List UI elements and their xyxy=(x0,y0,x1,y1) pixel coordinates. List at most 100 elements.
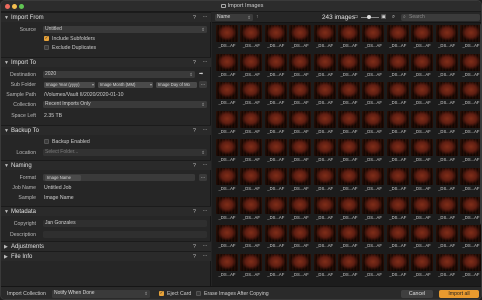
image-thumbnail[interactable]: _DS...AF xyxy=(215,196,239,223)
image-thumbnail[interactable]: _DS...AF xyxy=(313,25,337,51)
image-thumbnail[interactable]: _DS...AF xyxy=(337,139,361,165)
more-icon[interactable]: ··· xyxy=(203,59,208,65)
subfolder-token-month[interactable]: Image Month (MM) ▾ xyxy=(98,82,153,88)
source-select[interactable]: Untitled ⇕ xyxy=(43,26,207,33)
image-thumbnail[interactable]: _DS...AF xyxy=(239,110,263,137)
image-thumbnail[interactable]: _DS...AF xyxy=(239,82,263,108)
image-thumbnail[interactable]: _DS...AF xyxy=(386,168,410,194)
image-thumbnail[interactable]: _DS...AF xyxy=(459,53,481,80)
subfolder-more-button[interactable]: … xyxy=(199,81,207,88)
image-thumbnail[interactable]: _DS...AF xyxy=(313,196,337,223)
image-thumbnail[interactable]: _DS...AF xyxy=(361,110,385,137)
image-thumbnail[interactable]: _DS...AF xyxy=(361,82,385,108)
image-thumbnail[interactable]: _DS...AF xyxy=(361,225,385,251)
image-thumbnail[interactable]: _DS...AF xyxy=(215,53,239,80)
backup-enabled-checkbox[interactable] xyxy=(44,139,49,144)
more-icon[interactable]: ··· xyxy=(203,208,208,214)
image-thumbnail[interactable]: _DS...AF xyxy=(264,139,288,165)
image-thumbnail[interactable]: _DS...AF xyxy=(264,110,288,137)
image-thumbnail[interactable]: _DS...AF xyxy=(459,225,481,251)
image-thumbnail[interactable]: _DS...AF xyxy=(361,53,385,80)
zoom-slider-knob[interactable] xyxy=(367,15,371,19)
image-thumbnail[interactable]: _DS...AF xyxy=(410,82,434,108)
exclude-duplicates-checkbox[interactable] xyxy=(44,45,49,50)
help-icon[interactable]: ? xyxy=(193,15,196,21)
image-thumbnail[interactable]: _DS...AF xyxy=(313,53,337,80)
image-thumbnail[interactable]: _DS...AF xyxy=(313,82,337,108)
help-icon[interactable]: ? xyxy=(193,209,196,215)
description-input[interactable] xyxy=(43,231,207,238)
image-thumbnail[interactable]: _DS...AF xyxy=(410,225,434,251)
section-metadata[interactable]: ▼ Metadata ? ··· xyxy=(1,206,211,216)
image-thumbnail[interactable]: _DS...AF xyxy=(410,53,434,80)
image-thumbnail[interactable]: _DS...AF xyxy=(239,53,263,80)
help-icon[interactable]: ? xyxy=(193,128,196,134)
image-thumbnail[interactable]: _DS...AF xyxy=(288,253,312,280)
more-icon[interactable]: ··· xyxy=(203,243,208,249)
cancel-button[interactable]: Cancel xyxy=(401,290,433,298)
image-thumbnail[interactable]: _DS...AF xyxy=(215,139,239,165)
destination-select[interactable]: 2020 ⇕ xyxy=(43,71,195,78)
image-thumbnail[interactable]: _DS...AF xyxy=(288,225,312,251)
section-naming[interactable]: ▼ Naming ? ··· xyxy=(1,160,211,170)
format-field[interactable]: Image Name xyxy=(43,174,195,181)
image-thumbnail[interactable]: _DS...AF xyxy=(313,253,337,280)
image-thumbnail[interactable]: _DS...AF xyxy=(215,82,239,108)
image-thumbnail[interactable]: _DS...AF xyxy=(386,139,410,165)
image-thumbnail[interactable]: _DS...AF xyxy=(264,53,288,80)
image-thumbnail[interactable]: _DS...AF xyxy=(288,25,312,51)
image-thumbnail[interactable]: _DS...AF xyxy=(410,168,434,194)
job-name-value[interactable]: Untitled Job xyxy=(44,185,71,191)
image-thumbnail[interactable]: _DS...AF xyxy=(288,196,312,223)
image-thumbnail[interactable]: _DS...AF xyxy=(410,196,434,223)
image-thumbnail[interactable]: _DS...AF xyxy=(239,168,263,194)
image-thumbnail[interactable]: _DS...AF xyxy=(435,253,459,280)
image-thumbnail[interactable]: _DS...AF xyxy=(435,82,459,108)
image-thumbnail[interactable]: _DS...AF xyxy=(264,25,288,51)
image-thumbnail[interactable]: _DS...AF xyxy=(288,139,312,165)
image-thumbnail[interactable]: _DS...AF xyxy=(361,139,385,165)
image-thumbnail[interactable]: _DS...AF xyxy=(410,25,434,51)
search-input[interactable]: ⌕ Search xyxy=(401,13,480,21)
image-thumbnail[interactable]: _DS...AF xyxy=(313,168,337,194)
help-icon[interactable]: ? xyxy=(193,60,196,66)
image-thumbnail[interactable]: _DS...AF xyxy=(288,82,312,108)
format-more-button[interactable]: … xyxy=(199,174,207,181)
more-icon[interactable]: ··· xyxy=(203,162,208,168)
image-thumbnail[interactable]: _DS...AF xyxy=(239,139,263,165)
image-thumbnail[interactable]: _DS...AF xyxy=(386,25,410,51)
subfolder-token-day[interactable]: Image Day of Mo xyxy=(156,82,197,88)
image-thumbnail[interactable]: _DS...AF xyxy=(410,139,434,165)
image-thumbnail[interactable]: _DS...AF xyxy=(264,168,288,194)
image-thumbnail[interactable]: _DS...AF xyxy=(215,25,239,51)
image-thumbnail[interactable]: _DS...AF xyxy=(288,168,312,194)
zoom-out-icon[interactable]: ▭ xyxy=(353,14,358,20)
image-thumbnail[interactable]: _DS...AF xyxy=(435,168,459,194)
image-thumbnail[interactable]: _DS...AF xyxy=(435,25,459,51)
help-icon[interactable]: ? xyxy=(193,254,196,260)
image-thumbnail[interactable]: _DS...AF xyxy=(264,253,288,280)
section-adjustments[interactable]: ▶ Adjustments ? ··· xyxy=(1,241,211,251)
image-thumbnail[interactable]: _DS...AF xyxy=(435,139,459,165)
section-import-to[interactable]: ▼ Import To ? ··· xyxy=(1,57,211,67)
image-thumbnail[interactable]: _DS...AF xyxy=(337,168,361,194)
image-thumbnail[interactable]: _DS...AF xyxy=(337,82,361,108)
more-icon[interactable]: ··· xyxy=(203,127,208,133)
image-thumbnail[interactable]: _DS...AF xyxy=(337,225,361,251)
image-thumbnail[interactable]: _DS...AF xyxy=(386,110,410,137)
format-token[interactable]: Image Name xyxy=(45,174,81,181)
section-file-info[interactable]: ▶ File Info ? ··· xyxy=(1,251,211,261)
image-thumbnail[interactable]: _DS...AF xyxy=(288,110,312,137)
image-thumbnail[interactable]: _DS...AF xyxy=(459,196,481,223)
image-thumbnail[interactable]: _DS...AF xyxy=(459,253,481,280)
image-thumbnail[interactable]: _DS...AF xyxy=(410,253,434,280)
image-thumbnail[interactable]: _DS...AF xyxy=(459,139,481,165)
image-thumbnail[interactable]: _DS...AF xyxy=(337,196,361,223)
image-thumbnail[interactable]: _DS...AF xyxy=(215,110,239,137)
help-icon[interactable]: ? xyxy=(193,244,196,250)
image-thumbnail[interactable]: _DS...AF xyxy=(386,53,410,80)
image-thumbnail[interactable]: _DS...AF xyxy=(313,225,337,251)
go-to-destination-icon[interactable]: ➡ xyxy=(199,71,203,77)
image-thumbnail[interactable]: _DS...AF xyxy=(337,25,361,51)
subfolder-token-year[interactable]: Image Year (yyyy) ▾ xyxy=(44,82,95,88)
